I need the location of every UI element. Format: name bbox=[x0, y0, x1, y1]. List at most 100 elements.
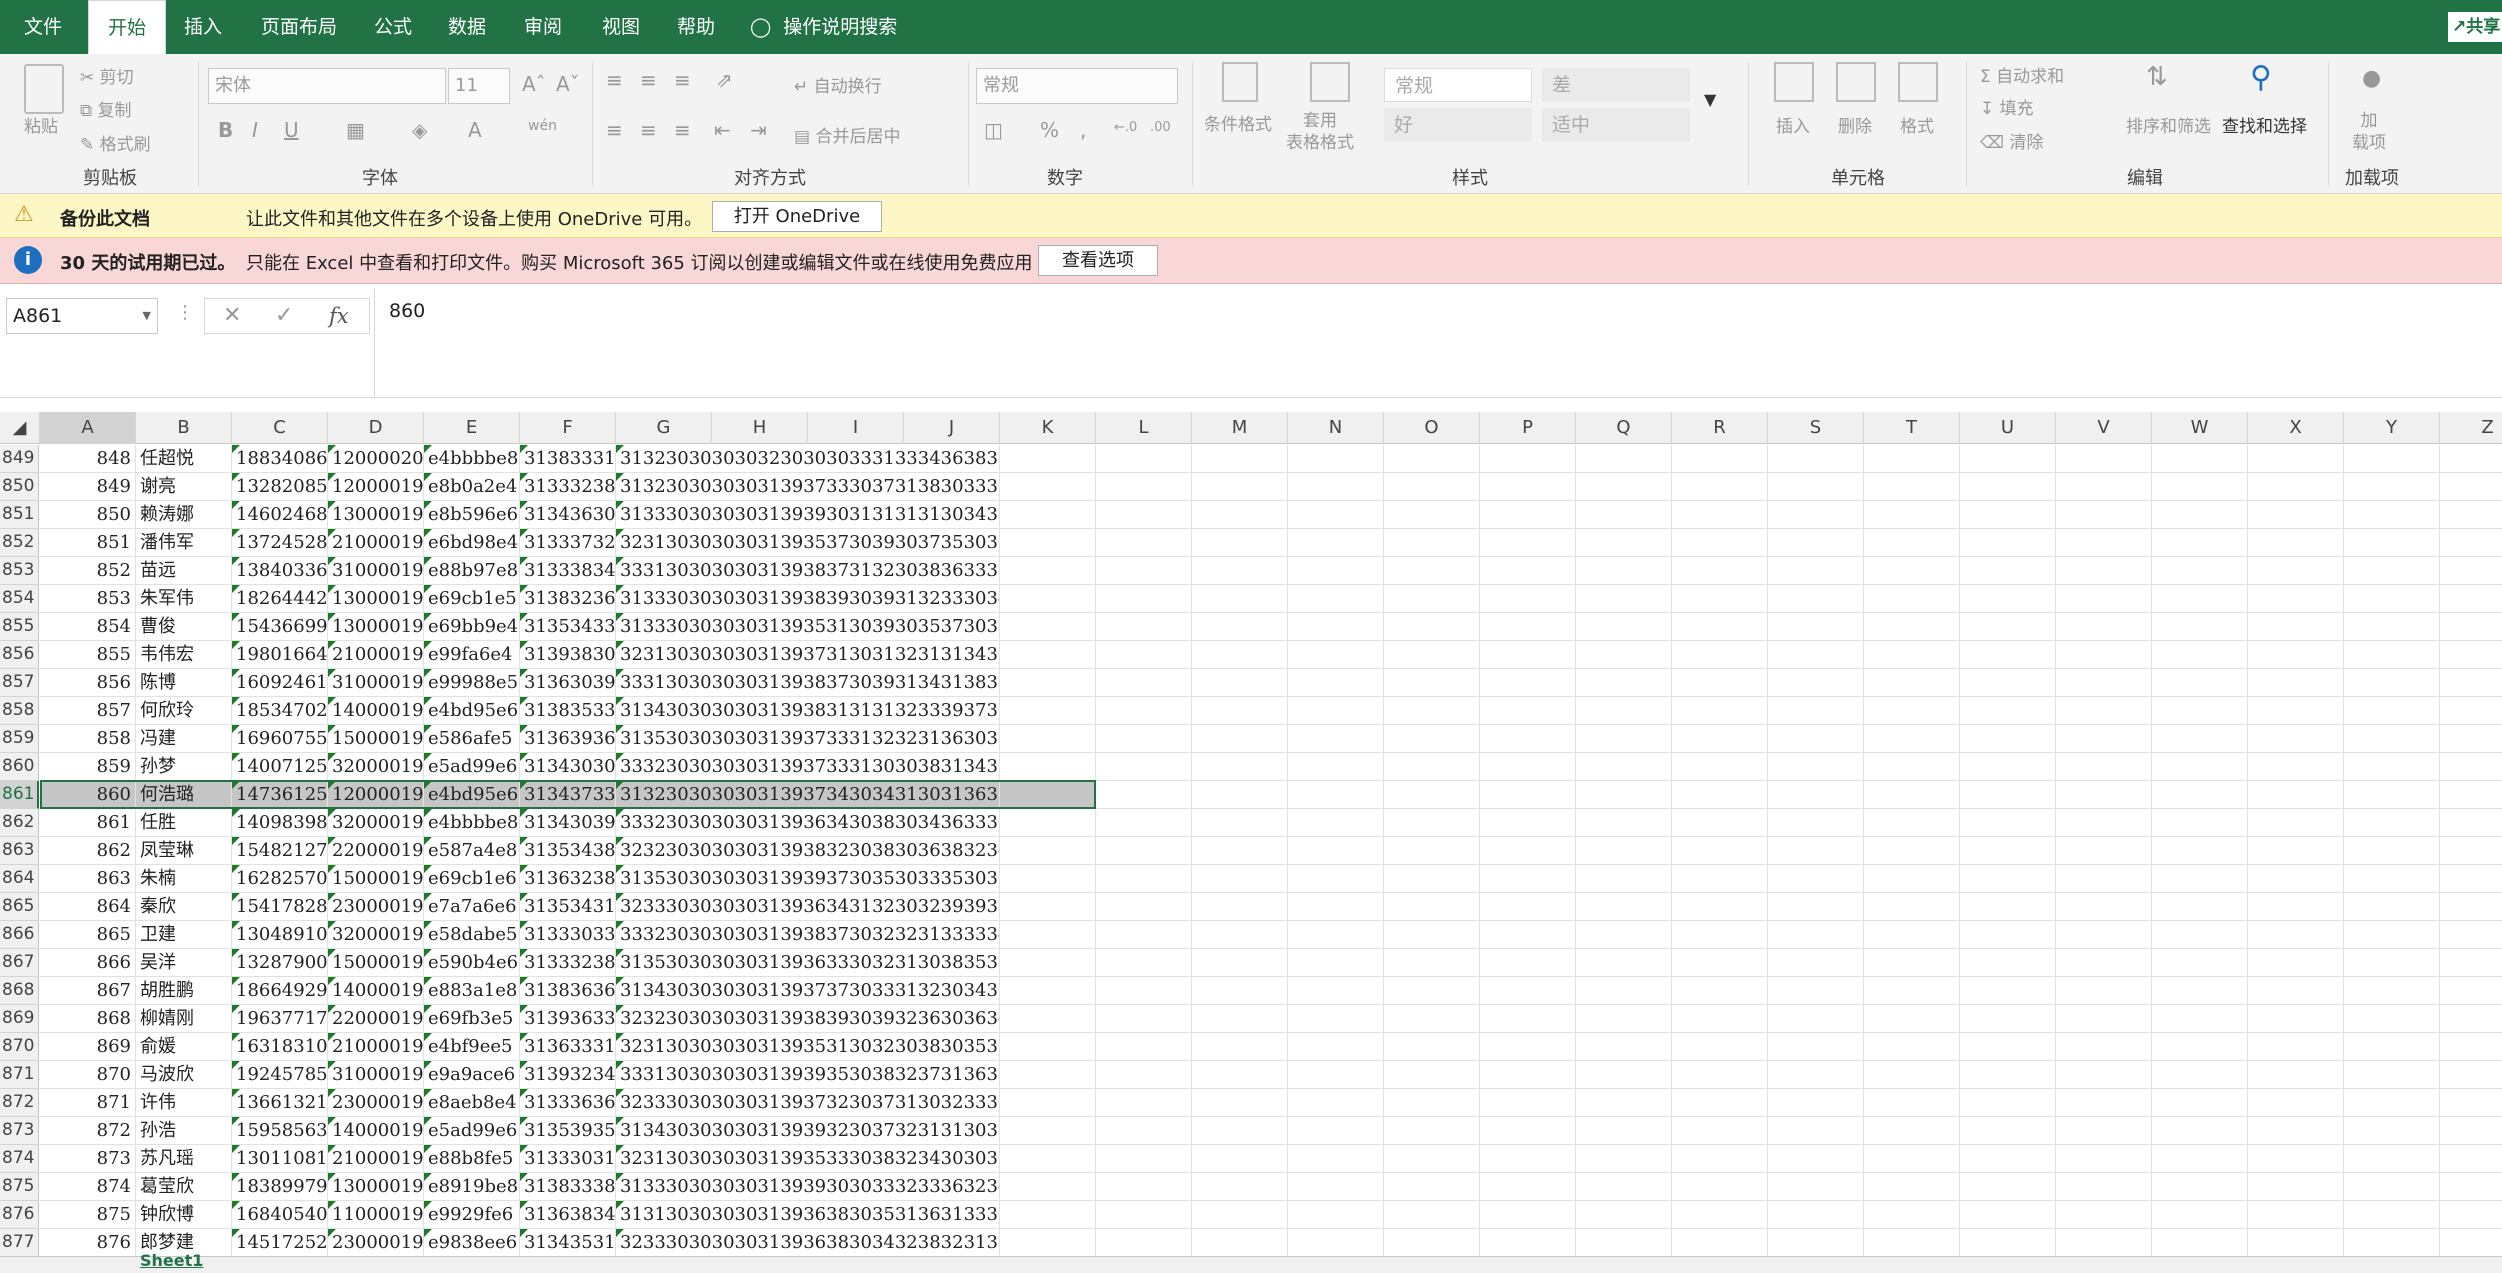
table-cell[interactable] bbox=[2248, 697, 2344, 725]
table-cell[interactable]: e69cb1e6 bbox=[424, 865, 520, 893]
column-header-W[interactable]: W bbox=[2152, 412, 2248, 444]
table-cell[interactable] bbox=[1864, 641, 1960, 669]
table-cell[interactable]: 313130303030313936383035313631333832 bbox=[616, 1201, 1000, 1229]
table-cell[interactable] bbox=[1480, 585, 1576, 613]
table-cell[interactable] bbox=[1768, 669, 1864, 697]
table-cell[interactable] bbox=[2152, 893, 2248, 921]
table-cell[interactable] bbox=[1480, 809, 1576, 837]
table-cell[interactable]: 19245785 bbox=[232, 1061, 328, 1089]
table-cell[interactable] bbox=[2440, 669, 2502, 697]
row-header[interactable]: 876 bbox=[0, 1201, 39, 1229]
table-cell[interactable]: 23000019 bbox=[328, 1089, 424, 1117]
table-cell[interactable] bbox=[2344, 1033, 2440, 1061]
table-cell[interactable]: 15436699 bbox=[232, 613, 328, 641]
sort-filter-button[interactable]: 排序和筛选 bbox=[2126, 112, 2211, 137]
table-cell[interactable] bbox=[1768, 809, 1864, 837]
table-cell[interactable] bbox=[2248, 865, 2344, 893]
table-cell[interactable] bbox=[2056, 501, 2152, 529]
table-cell[interactable]: 850 bbox=[40, 501, 136, 529]
table-cell[interactable]: 857 bbox=[40, 697, 136, 725]
table-cell[interactable] bbox=[2056, 725, 2152, 753]
table-cell[interactable] bbox=[1960, 1229, 2056, 1256]
table-cell[interactable] bbox=[1192, 1173, 1288, 1201]
column-header-Y[interactable]: Y bbox=[2344, 412, 2440, 444]
table-cell[interactable]: 313633313 bbox=[520, 1033, 616, 1061]
view-options-button[interactable]: 查看选项 bbox=[1038, 245, 1158, 276]
table-cell[interactable] bbox=[1672, 445, 1768, 473]
table-cell[interactable]: 14000019 bbox=[328, 977, 424, 1005]
table-cell[interactable] bbox=[2248, 445, 2344, 473]
column-header-M[interactable]: M bbox=[1192, 412, 1288, 444]
table-cell[interactable] bbox=[1000, 1201, 1096, 1229]
table-cell[interactable] bbox=[1000, 753, 1096, 781]
table-cell[interactable] bbox=[1288, 921, 1384, 949]
table-cell[interactable] bbox=[1192, 473, 1288, 501]
table-cell[interactable] bbox=[1576, 837, 1672, 865]
table-cell[interactable] bbox=[2344, 585, 2440, 613]
table-cell[interactable] bbox=[2248, 1061, 2344, 1089]
table-cell[interactable]: 钟欣博 bbox=[136, 1201, 232, 1229]
table-cell[interactable]: 孙浩 bbox=[136, 1117, 232, 1145]
align-right-icon[interactable]: ≡ bbox=[674, 118, 691, 142]
table-cell[interactable] bbox=[2344, 557, 2440, 585]
table-cell[interactable] bbox=[2248, 1229, 2344, 1256]
table-cell[interactable]: 13287900 bbox=[232, 949, 328, 977]
table-cell[interactable] bbox=[1096, 697, 1192, 725]
table-cell[interactable]: e587a4e8 bbox=[424, 837, 520, 865]
table-cell[interactable] bbox=[1672, 1089, 1768, 1117]
table-cell[interactable] bbox=[2440, 613, 2502, 641]
table-cell[interactable] bbox=[2152, 1005, 2248, 1033]
table-cell[interactable] bbox=[1192, 1145, 1288, 1173]
table-cell[interactable]: 吴洋 bbox=[136, 949, 232, 977]
table-cell[interactable] bbox=[2440, 1145, 2502, 1173]
table-cell[interactable] bbox=[1096, 1005, 1192, 1033]
table-cell[interactable] bbox=[2248, 725, 2344, 753]
table-cell[interactable] bbox=[2248, 1033, 2344, 1061]
table-cell[interactable] bbox=[2056, 1201, 2152, 1229]
table-cell[interactable]: 313436303 bbox=[520, 501, 616, 529]
table-cell[interactable] bbox=[1960, 921, 2056, 949]
table-cell[interactable] bbox=[1096, 1117, 1192, 1145]
table-cell[interactable]: 313230303030313937343034313031363736 bbox=[616, 781, 1000, 809]
table-cell[interactable]: 323330303030313937323037313032333932 bbox=[616, 1089, 1000, 1117]
table-cell[interactable] bbox=[2440, 753, 2502, 781]
table-cell[interactable]: e7a7a6e6 bbox=[424, 893, 520, 921]
table-cell[interactable]: 313534313 bbox=[520, 893, 616, 921]
row-header[interactable]: 852 bbox=[0, 529, 39, 557]
insert-function-icon[interactable]: fx bbox=[329, 304, 349, 328]
table-cell[interactable]: 313330303030313939303033323336323437 bbox=[616, 1173, 1000, 1201]
table-cell[interactable] bbox=[1384, 1173, 1480, 1201]
fill-button[interactable]: ↧ 填充 bbox=[1980, 94, 2034, 119]
table-cell[interactable]: 333130303030313939353038323731363538 bbox=[616, 1061, 1000, 1089]
row-header[interactable]: 861 bbox=[0, 781, 39, 809]
table-cell[interactable]: 15000019 bbox=[328, 949, 424, 977]
table-cell[interactable]: 863 bbox=[40, 865, 136, 893]
table-cell[interactable] bbox=[2248, 529, 2344, 557]
table-cell[interactable] bbox=[1576, 445, 1672, 473]
table-cell[interactable] bbox=[1864, 1229, 1960, 1256]
table-cell[interactable] bbox=[2440, 1173, 2502, 1201]
table-cell[interactable]: 849 bbox=[40, 473, 136, 501]
table-cell[interactable] bbox=[1960, 501, 2056, 529]
table-cell[interactable]: 13011081 bbox=[232, 1145, 328, 1173]
table-cell[interactable] bbox=[1000, 1173, 1096, 1201]
table-cell[interactable] bbox=[1960, 613, 2056, 641]
grow-font-icon[interactable]: Aˆ bbox=[522, 72, 546, 96]
table-cell[interactable] bbox=[1864, 669, 1960, 697]
table-cell[interactable] bbox=[1672, 669, 1768, 697]
table-cell[interactable] bbox=[2440, 977, 2502, 1005]
table-cell[interactable] bbox=[1096, 585, 1192, 613]
table-cell[interactable] bbox=[2440, 893, 2502, 921]
table-cell[interactable] bbox=[1384, 753, 1480, 781]
table-cell[interactable] bbox=[2152, 1229, 2248, 1256]
table-cell[interactable] bbox=[2440, 641, 2502, 669]
table-cell[interactable]: 19637717 bbox=[232, 1005, 328, 1033]
table-cell[interactable] bbox=[2152, 921, 2248, 949]
table-cell[interactable] bbox=[2056, 753, 2152, 781]
table-cell[interactable]: 313632383 bbox=[520, 865, 616, 893]
table-cell[interactable]: 876 bbox=[40, 1229, 136, 1256]
table-cell[interactable] bbox=[1384, 1145, 1480, 1173]
table-cell[interactable]: 323330303030313936383034323832313938 bbox=[616, 1229, 1000, 1256]
tab-formulas[interactable]: 公式 bbox=[362, 0, 424, 54]
table-cell[interactable] bbox=[1768, 641, 1864, 669]
